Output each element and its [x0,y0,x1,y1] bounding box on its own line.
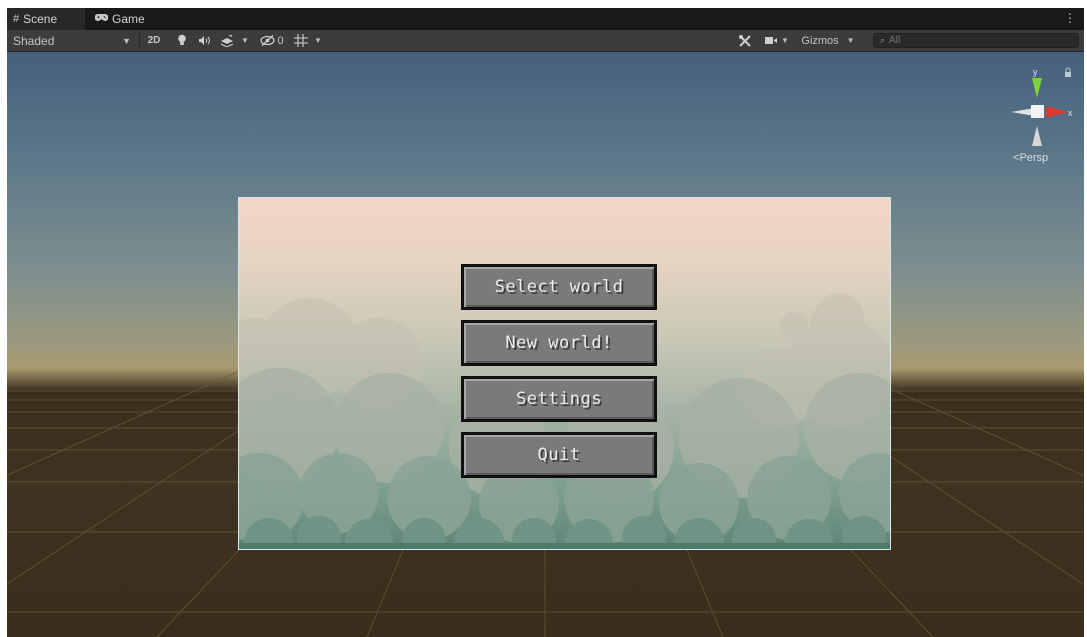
settings-button[interactable]: Settings [461,376,657,422]
projection-toggle[interactable]: <Persp [1013,152,1048,164]
hierarchy-search-field[interactable]: ⌕ [873,33,1079,48]
chevron-down-icon: ▼ [122,35,131,46]
select-world-label: Select world [494,277,624,297]
tab-scene-label: Scene [23,12,58,26]
scene-viewport[interactable]: Select world New world! Settings Quit y … [7,52,1084,637]
tab-game[interactable]: Game [89,8,159,30]
search-input[interactable] [885,35,1070,46]
light-bulb-icon [178,34,186,45]
shading-mode-dropdown[interactable]: Shaded ▼ [13,30,135,51]
hidden-eye-icon [260,35,276,46]
orientation-gizmo[interactable]: y x [1004,64,1074,154]
effects-dropdown[interactable] [216,32,238,49]
main-menu-canvas[interactable]: Select world New world! Settings Quit [238,197,891,550]
lighting-toggle-button[interactable] [173,32,191,49]
projection-label: Persp [1019,152,1049,164]
tools-toggle-button[interactable] [735,32,755,49]
lock-icon [1065,67,1071,77]
y-axis-cone[interactable] [1032,78,1042,98]
gizmos-chevron-down-icon: ▼ [846,36,855,45]
wrench-screwdriver-icon [739,34,751,47]
tab-game-label: Game [112,12,145,26]
audio-toggle-button[interactable] [195,32,213,49]
tab-scene[interactable]: # Scene [7,8,85,30]
grid-icon [294,34,308,47]
new-world-label: New world! [505,333,613,353]
scene-view-window: # Scene Game ⋮ Shaded ▼ 2D ▼ 0 ▼ ▼ Gizmo… [7,8,1084,637]
toolbar-divider [139,33,140,48]
camera-chevron-down-icon: ▼ [781,36,789,45]
cloud-background-image [239,293,890,549]
camera-settings-dropdown[interactable]: ▼ [763,32,791,49]
x-axis-label: x [1068,108,1073,118]
hidden-object-count: 0 [277,34,284,47]
toggle-2d-label: 2D [147,35,161,46]
gamepad-icon [94,13,109,25]
grid-hash-icon: # [13,13,20,25]
effects-stack-icon [220,34,234,47]
quit-button[interactable]: Quit [461,432,657,478]
select-world-button[interactable]: Select world [461,264,657,310]
tab-bar: # Scene Game ⋮ [7,8,1084,30]
gizmos-dropdown[interactable]: Gizmos ▼ [793,32,863,49]
settings-label: Settings [516,389,602,409]
quit-label: Quit [537,445,581,465]
y-axis-label: y [1033,67,1038,77]
tab-more-menu-icon[interactable]: ⋮ [1064,11,1076,25]
scene-toolbar: Shaded ▼ 2D ▼ 0 ▼ ▼ Gizmos ▼ ⌕ All [7,30,1084,52]
new-world-button[interactable]: New world! [461,320,657,366]
camera-icon [765,37,778,44]
speaker-icon [198,36,210,45]
shading-mode-label: Shaded [13,33,55,48]
neg-y-axis-cone[interactable] [1032,126,1042,146]
x-axis-cone[interactable] [1046,106,1068,118]
gizmos-label: Gizmos [801,34,839,47]
toggle-2d-button[interactable]: 2D [143,32,165,49]
scene-visibility-toggle[interactable]: 0 [255,32,289,49]
gizmo-center-cube[interactable] [1031,105,1044,118]
grid-chevron-down-icon[interactable]: ▼ [312,32,324,49]
grid-snapping-dropdown[interactable] [290,32,312,49]
effects-chevron-down-icon[interactable]: ▼ [239,32,251,49]
